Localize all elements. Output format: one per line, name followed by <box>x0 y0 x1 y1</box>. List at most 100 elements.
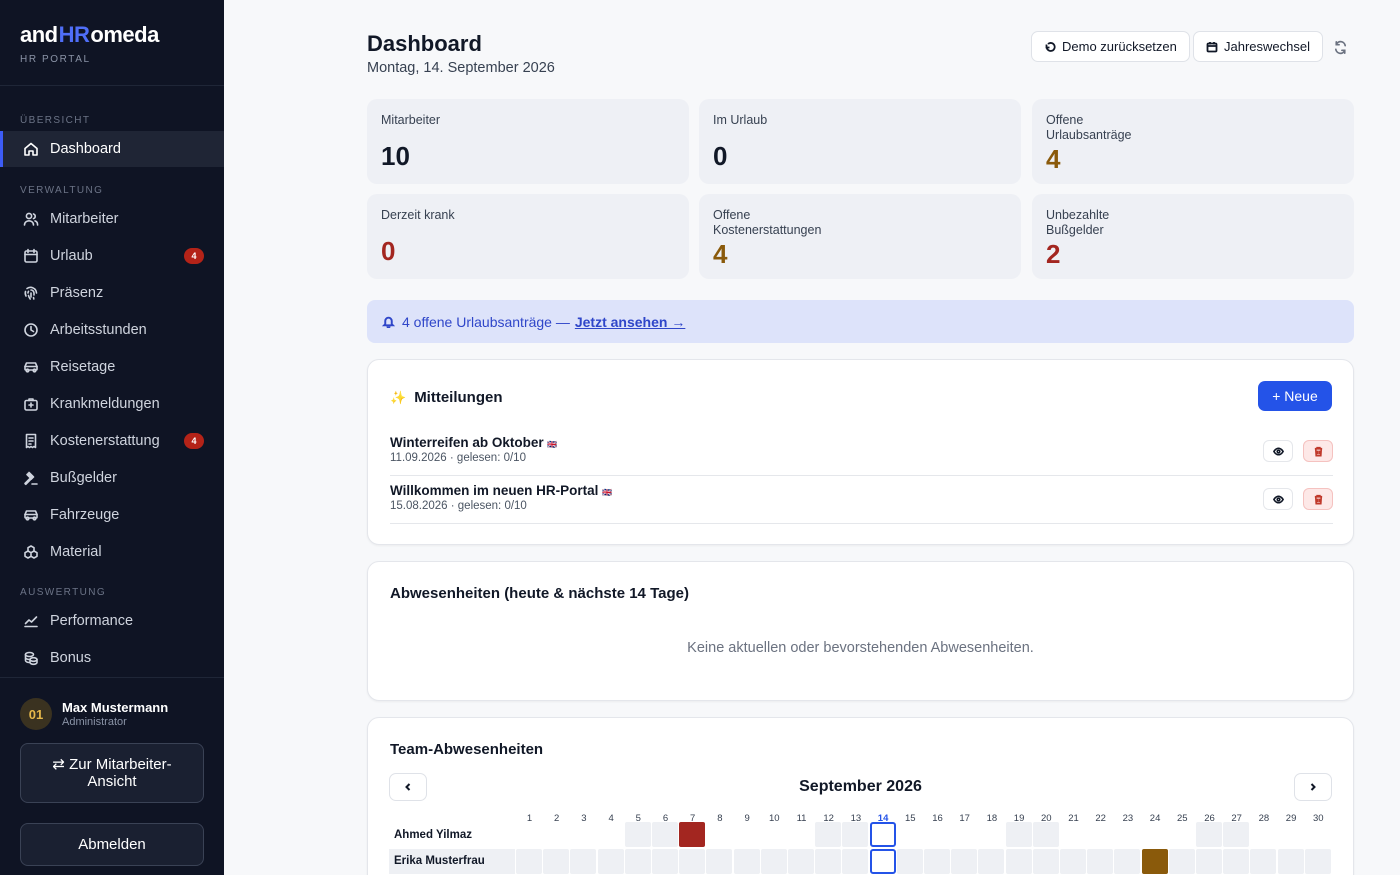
calendar-cell[interactable] <box>597 849 624 874</box>
sidebar-item-material[interactable]: Material <box>0 534 224 570</box>
calendar-cell[interactable] <box>869 822 896 847</box>
sidebar-item-reisetage[interactable]: Reisetage <box>0 349 224 385</box>
calendar-cell[interactable] <box>1250 849 1277 874</box>
calendar-cell[interactable] <box>924 849 950 874</box>
calendar-cell[interactable] <box>815 822 842 847</box>
sidebar-item-urlaub[interactable]: Urlaub 4 <box>0 238 224 274</box>
calendar-cell[interactable] <box>516 822 542 847</box>
sidebar-item-fahrzeuge[interactable]: Fahrzeuge <box>0 497 224 533</box>
sidebar-item-arbeitsstunden[interactable]: Arbeitsstunden <box>0 312 224 348</box>
calendar-cell[interactable] <box>842 822 869 847</box>
sidebar-item-kostenerstattung[interactable]: Kostenerstattung 4 <box>0 423 224 459</box>
stat-card-mitarbeiter[interactable]: Mitarbeiter 10 <box>367 99 689 184</box>
calendar-cell[interactable] <box>706 822 732 847</box>
calendar-cell[interactable] <box>516 849 542 874</box>
calendar-cell[interactable] <box>570 849 597 874</box>
calendar-cell[interactable] <box>1087 849 1114 874</box>
calendar-cell[interactable] <box>1032 822 1059 847</box>
calendar-cell[interactable] <box>706 849 733 874</box>
list-item[interactable]: Winterreifen ab Oktober 🇬🇧 11.09.2026 · … <box>390 428 1333 476</box>
user-profile[interactable]: 01 Max Mustermann Administrator <box>20 698 168 730</box>
stat-card-derzeit-krank[interactable]: Derzeit krank 0 <box>367 194 689 279</box>
stat-value: 4 <box>713 239 728 269</box>
new-announcement-button[interactable]: + Neue <box>1258 381 1332 411</box>
calendar-cell[interactable] <box>598 822 624 847</box>
calendar-cell[interactable] <box>1060 849 1086 874</box>
calendar-cell[interactable] <box>1304 849 1331 874</box>
calendar-cell[interactable] <box>1168 849 1195 874</box>
logout-button[interactable]: Abmelden <box>20 823 204 866</box>
delete-button[interactable] <box>1303 440 1333 462</box>
refresh-icon[interactable] <box>1330 37 1350 57</box>
calendar-cell[interactable] <box>978 849 1005 874</box>
sidebar-item-performance[interactable]: Performance <box>0 603 224 639</box>
sidebar-item-dashboard[interactable]: Dashboard <box>0 131 224 167</box>
calendar-cell[interactable] <box>1114 822 1140 847</box>
stat-card-offene-urlaubsantraege[interactable]: Offene Urlaubsanträge 4 <box>1032 99 1354 184</box>
sidebar-item-krankmeldungen[interactable]: Krankmeldungen <box>0 386 224 422</box>
calendar-cell[interactable] <box>1005 849 1032 874</box>
calendar-cell[interactable] <box>624 849 651 874</box>
calendar-cell[interactable] <box>1250 822 1276 847</box>
calendar-cell[interactable] <box>951 822 977 847</box>
announcement-meta: 15.08.2026 · gelesen: 0/10 <box>390 500 527 512</box>
calendar-cell[interactable] <box>1196 849 1222 874</box>
stat-card-im-urlaub[interactable]: Im Urlaub 0 <box>699 99 1021 184</box>
calendar-cell[interactable] <box>815 849 842 874</box>
calendar-cell[interactable] <box>978 822 1004 847</box>
switch-employee-view-button[interactable]: ⇄ Zur Mitarbeiter-Ansicht <box>20 743 204 803</box>
calendar-cell[interactable] <box>1169 822 1195 847</box>
calendar-cell[interactable] <box>1060 822 1086 847</box>
calendar-cell[interactable] <box>896 849 923 874</box>
calendar-cell[interactable] <box>679 849 706 874</box>
trash-icon <box>1314 494 1322 504</box>
stat-card-unbezahlte-bussgelder[interactable]: Unbezahlte Bußgelder 2 <box>1032 194 1354 279</box>
absence-cell[interactable] <box>1141 849 1168 874</box>
sidebar-item-praesenz[interactable]: Präsenz <box>0 275 224 311</box>
view-button[interactable] <box>1263 440 1293 462</box>
calendar-cell[interactable] <box>652 822 678 847</box>
calendar-cell[interactable] <box>1032 849 1059 874</box>
absence-cell[interactable] <box>679 822 706 847</box>
view-button[interactable] <box>1263 488 1293 510</box>
calendar-cell[interactable] <box>570 822 596 847</box>
list-item[interactable]: Willkommen im neuen HR-Portal 🇬🇧 15.08.2… <box>390 476 1333 524</box>
calendar-cell[interactable] <box>1223 849 1250 874</box>
sidebar-item-mitarbeiter[interactable]: Mitarbeiter <box>0 201 224 237</box>
calendar-cell[interactable] <box>924 822 950 847</box>
calendar-cell[interactable] <box>1196 822 1222 847</box>
stat-label: Im Urlaub <box>713 113 768 127</box>
calendar-cell[interactable] <box>788 822 814 847</box>
calendar-cell[interactable] <box>1114 849 1141 874</box>
calendar-cell[interactable] <box>733 849 760 874</box>
view-requests-link[interactable]: Jetzt ansehen → <box>575 314 685 330</box>
calendar-cell[interactable] <box>1223 822 1250 847</box>
stat-card-offene-kostenerstattungen[interactable]: Offene Kostenerstattungen 4 <box>699 194 1021 279</box>
calendar-cell[interactable] <box>1142 822 1168 847</box>
calendar-cell[interactable] <box>842 849 869 874</box>
sidebar-item-bonus[interactable]: Bonus <box>0 640 224 676</box>
calendar-cell[interactable] <box>1005 822 1032 847</box>
calendar-cell[interactable] <box>869 849 896 874</box>
calendar-cell[interactable] <box>1277 849 1304 874</box>
delete-button[interactable] <box>1303 488 1333 510</box>
calendar-cell[interactable] <box>1305 822 1331 847</box>
next-month-button[interactable] <box>1294 773 1332 801</box>
calendar-cell[interactable] <box>951 849 978 874</box>
calendar-cell[interactable] <box>761 822 787 847</box>
calendar-cell[interactable] <box>788 849 814 874</box>
calendar-cell[interactable] <box>897 822 923 847</box>
calendar-cell[interactable] <box>1278 822 1304 847</box>
calendar-cell[interactable] <box>543 849 570 874</box>
calendar-cell[interactable] <box>543 822 569 847</box>
reset-demo-button[interactable]: Demo zurücksetzen <box>1031 31 1190 62</box>
calendar-cell[interactable] <box>734 822 760 847</box>
trash-icon <box>1314 446 1322 456</box>
brand-logo[interactable]: and HR omeda <box>20 22 204 48</box>
calendar-cell[interactable] <box>760 849 787 874</box>
calendar-cell[interactable] <box>624 822 651 847</box>
calendar-cell[interactable] <box>1087 822 1113 847</box>
calendar-cell[interactable] <box>652 849 678 874</box>
sidebar-item-bussgelder[interactable]: Bußgelder <box>0 460 224 496</box>
year-change-button[interactable]: Jahreswechsel <box>1193 31 1323 62</box>
